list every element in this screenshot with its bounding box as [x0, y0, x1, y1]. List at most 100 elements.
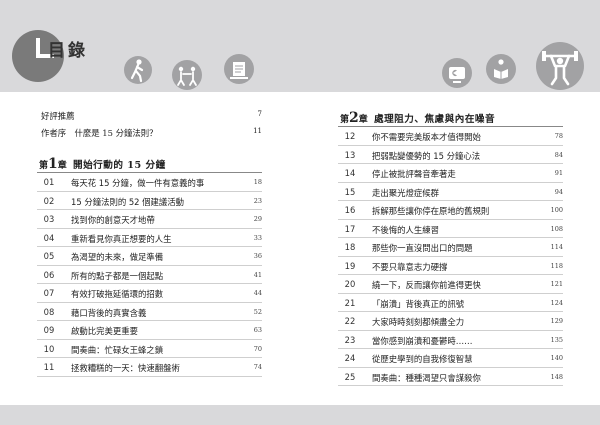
toc-row[interactable]: 22 大家時時刻刻都傾盡全力 129 [338, 312, 563, 331]
toc-row[interactable]: 06 所有的點子都是一個起點 41 [37, 266, 262, 284]
toc-row[interactable]: 09 啟動比完美更重要 63 [37, 321, 262, 340]
chapter-title: 處理阻力、焦慮與內在噪音 [374, 114, 496, 125]
toc-row-page: 140 [550, 354, 563, 362]
toc-row-number: 11 [43, 362, 55, 372]
toc-row[interactable]: 04 重新看見你真正想要的人生 33 [37, 229, 262, 247]
toc-row-title: 所有的點子都是一個起點 [71, 270, 164, 281]
toc-row-page: 63 [253, 326, 262, 334]
toc-row[interactable]: 18 那些你一直沒問出口的問題 114 [338, 238, 563, 257]
toc-row[interactable]: 10 間奏曲：忙碌女王蜂之鎖 70 [37, 340, 262, 358]
toc-row-page: 41 [253, 270, 262, 279]
toc-row-page: 129 [550, 317, 563, 325]
toc-row[interactable]: 15 走出聚光燈症候群 94 [338, 183, 563, 201]
toc-row[interactable]: 05 為渴望的未來，做足準備 36 [37, 247, 262, 266]
toc-row[interactable]: 24 從歷史學到的自我修復智慧 140 [338, 349, 563, 368]
toc-row-page: 124 [550, 298, 563, 307]
toc-row[interactable]: 12 你不需要完美版本才值得開始 78 [338, 127, 563, 146]
toc-row-page: 118 [550, 261, 563, 270]
reading-book-icon [486, 54, 516, 84]
chapter-heading: 第2章 處理阻力、焦慮與內在噪音 [338, 106, 563, 127]
toc-row[interactable]: 23 當你感到崩潰和憂鬱時…… 135 [338, 331, 563, 349]
toc-row-number: 08 [43, 306, 55, 317]
toc-row-title: 找到你的創意天才地帶 [71, 215, 155, 225]
toc-row-title: 15 分鐘法則的 52 個建議活動 [71, 196, 185, 207]
toc-row-number: 01 [43, 177, 55, 187]
toc-row-number: 20 [344, 279, 356, 289]
toc-row-page: 94 [554, 187, 563, 196]
toc-row-number: 18 [344, 242, 356, 252]
toc-row-page: 74 [253, 363, 262, 371]
preface-item[interactable]: 作者序 什麼是 15 分鐘法則？ 11 [37, 123, 262, 140]
toc-row-page: 33 [253, 233, 262, 242]
toc-row-number: 24 [344, 353, 356, 363]
toc-row[interactable]: 20 繞一下，反而讓你前進得更快 121 [338, 275, 563, 294]
toc-row-title: 啟動比完美更重要 [71, 326, 138, 336]
toc-row-page: 114 [550, 243, 563, 251]
toc-row-number: 16 [344, 205, 356, 215]
toc-row-title: 「崩潰」背後真正的訊號 [372, 298, 465, 309]
preface-item[interactable]: 好評推薦 7 [37, 106, 262, 123]
toc-row-title: 有效打破拖延循環的招數 [71, 289, 164, 299]
toc-row-title: 拆解那些讓你停在原地的舊規則 [372, 206, 490, 216]
toc-row-number: 22 [344, 316, 356, 326]
toc-row-page: 100 [550, 206, 563, 214]
toc-row-title: 把弱點變優勢的 15 分鐘心法 [372, 150, 481, 161]
toc-row-page: 108 [550, 224, 563, 233]
preface-page: 11 [253, 127, 262, 135]
toc-row[interactable]: 13 把弱點變優勢的 15 分鐘心法 84 [338, 146, 563, 164]
toc-column-right: 第2章 處理阻力、焦慮與內在噪音 12 你不需要完美版本才值得開始 78 13 把弱點變… [338, 106, 563, 386]
toc-row-title: 間奏曲：種種渴望只會謀殺你 [372, 372, 481, 383]
toc-row-title: 繞一下，反而讓你前進得更快 [372, 280, 481, 290]
toc-row[interactable]: 03 找到你的創意天才地帶 29 [37, 210, 262, 229]
toc-row-page: 148 [550, 372, 563, 381]
toc-row[interactable]: 19 不要只靠意志力硬撐 118 [338, 257, 563, 275]
toc-row-number: 05 [43, 251, 55, 261]
chapter-label: 第1章 [39, 156, 67, 172]
toc-row-number: 23 [344, 334, 356, 345]
toc-row[interactable]: 08 藉口背後的真實含義 52 [37, 303, 262, 321]
toc-row-number: 07 [43, 288, 55, 298]
toc-row-number: 21 [344, 297, 356, 308]
toc-row-title: 不後悔的人生練習 [372, 224, 439, 235]
toc-row-title: 拯救糟糕的一天：快速翻盤術 [71, 363, 180, 373]
toc-row[interactable]: 25 間奏曲：種種渴望只會謀殺你 148 [338, 368, 563, 386]
toc-row-number: 25 [344, 371, 356, 382]
preface-title: 好評推薦 [41, 111, 75, 121]
toc-row-page: 121 [550, 280, 563, 288]
toc-row[interactable]: 16 拆解那些讓你停在原地的舊規則 100 [338, 201, 563, 220]
toc-row-number: 12 [344, 131, 356, 141]
toc-row-title: 藉口背後的真實含義 [71, 307, 147, 318]
chapter-label: 第2章 [340, 110, 368, 126]
toc-row-page: 23 [253, 196, 262, 205]
toc-row-number: 15 [344, 186, 356, 197]
toc-row-number: 02 [43, 195, 55, 206]
toc-row[interactable]: 17 不後悔的人生練習 108 [338, 220, 563, 238]
walking-person-icon [124, 56, 152, 84]
toc-row-page: 91 [554, 169, 563, 177]
chapter-heading: 第1章 開始行動的 15 分鐘 [37, 152, 262, 173]
toc-row-title: 大家時時刻刻都傾盡全力 [372, 317, 465, 327]
chapter-list: 12 你不需要完美版本才值得開始 78 13 把弱點變優勢的 15 分鐘心法 84 14 停止… [338, 127, 563, 386]
toc-row[interactable]: 14 停止被批評聲音牽著走 91 [338, 164, 563, 183]
toc-row-page: 18 [253, 178, 262, 186]
toc-row[interactable]: 01 每天花 15 分鐘，做一件有意義的事 18 [37, 173, 262, 192]
toc-row[interactable]: 11 拯救糟糕的一天：快速翻盤術 74 [37, 358, 262, 377]
toc-row-page: 36 [253, 252, 262, 260]
toc-row-title: 當你感到崩潰和憂鬱時…… [372, 335, 473, 346]
toc-row-title: 停止被批評聲音牽著走 [372, 169, 456, 179]
toc-row-number: 13 [344, 149, 356, 160]
preface-title: 作者序 什麼是 15 分鐘法則？ [41, 128, 158, 138]
tennis-players-icon [172, 60, 202, 90]
toc-row-page: 135 [550, 335, 563, 344]
footer-band [0, 405, 600, 425]
toc-row[interactable]: 07 有效打破拖延循環的招數 44 [37, 284, 262, 303]
page-title: 目錄 [48, 41, 88, 61]
toc-row-title: 從歷史學到的自我修復智慧 [372, 354, 473, 364]
toc-row[interactable]: 21 「崩潰」背後真正的訊號 124 [338, 294, 563, 312]
chapter-title: 開始行動的 15 分鐘 [73, 160, 166, 171]
toc-row[interactable]: 02 15 分鐘法則的 52 個建議活動 23 [37, 192, 262, 210]
toc-row-title: 重新看見你真正想要的人生 [71, 233, 172, 244]
toc-row-title: 你不需要完美版本才值得開始 [372, 132, 481, 142]
toc-row-title: 走出聚光燈症候群 [372, 187, 439, 198]
toc-row-title: 那些你一直沒問出口的問題 [372, 243, 473, 253]
